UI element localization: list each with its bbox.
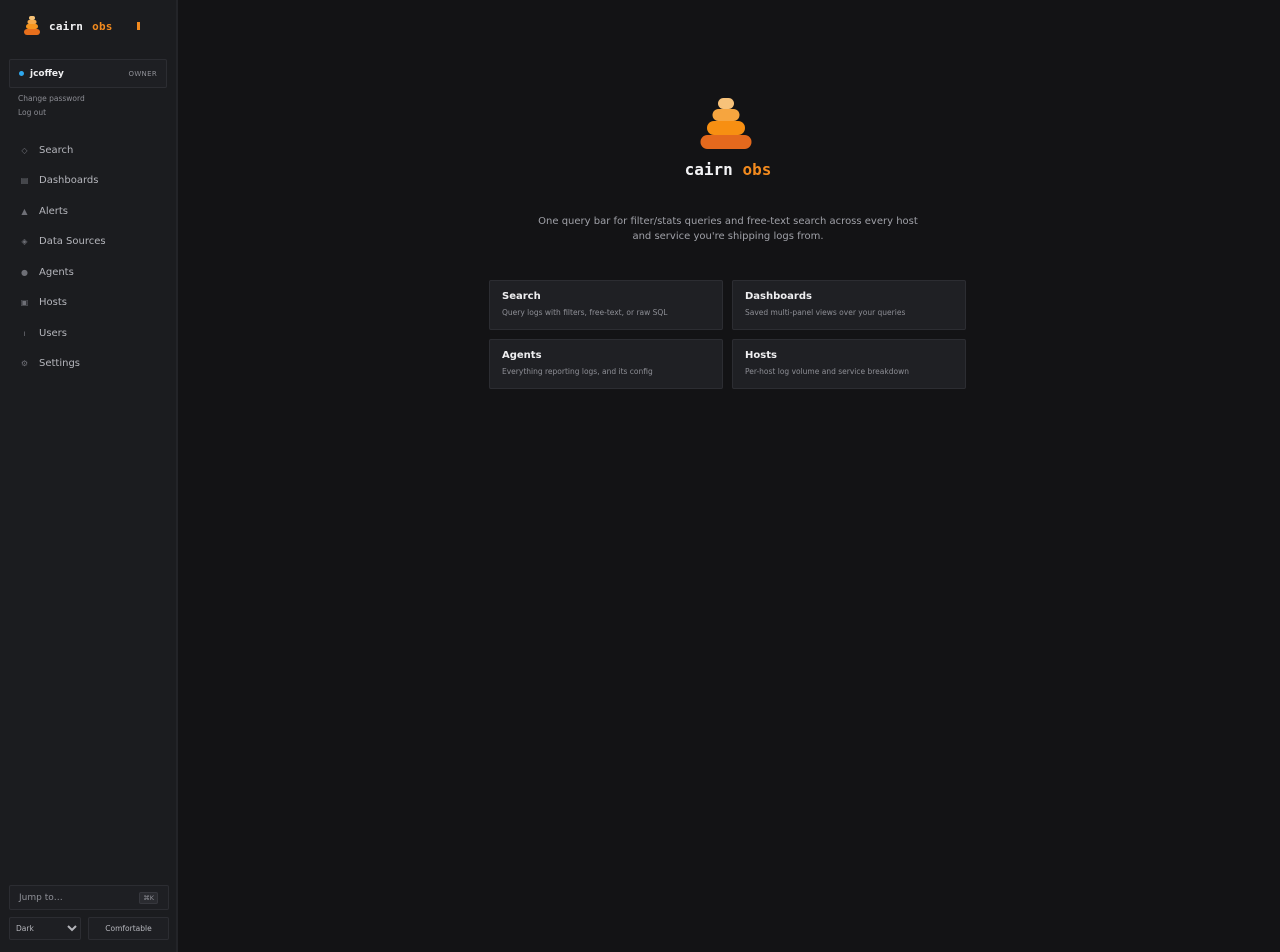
sidebar-item-label: Data Sources <box>39 236 106 248</box>
sidebar-item-agents[interactable]: ● Agents <box>0 257 176 288</box>
server-square-icon: ▣ <box>20 298 29 308</box>
jump-to-input[interactable]: Jump to… ⌘K <box>9 885 169 910</box>
sidebar-item-alerts[interactable]: ▲ Alerts <box>0 196 176 227</box>
sidebar-item-label: Users <box>39 327 68 339</box>
card-search[interactable]: Search Query logs with filters, free-tex… <box>489 280 723 330</box>
card-dashboards[interactable]: Dashboards Saved multi-panel views over … <box>732 280 966 330</box>
app-root: cairn obs jcoffey OWNER Change password L… <box>0 0 1280 952</box>
quick-links-grid: Search Query logs with filters, free-tex… <box>489 280 967 389</box>
sidebar-footer: Dark Comfortable <box>9 917 169 940</box>
change-password-link[interactable]: Change password <box>18 92 176 106</box>
diamond-dot-icon: ◈ <box>21 237 28 247</box>
sidebar-item-label: Alerts <box>39 205 69 217</box>
sidebar-item-label: Agents <box>39 266 74 278</box>
sidebar-nav: ◇ Search ▤ Dashboards ▲ Alerts ◈ Data So… <box>0 135 176 379</box>
brand-name-accent: obs <box>92 19 113 33</box>
hero-title: cairn obs <box>178 160 1278 179</box>
card-description: Saved multi-panel views over your querie… <box>745 308 906 317</box>
sidebar-item-users[interactable]: ı Users <box>0 318 176 349</box>
sidebar-item-label: Hosts <box>39 297 67 309</box>
card-title: Agents <box>502 350 542 361</box>
density-toggle-button[interactable]: Comfortable <box>88 917 169 940</box>
card-title: Hosts <box>745 350 777 361</box>
keyboard-shortcut-badge: ⌘K <box>139 891 158 904</box>
dashboard-grid-icon: ▤ <box>20 176 29 186</box>
cairn-hero-logo-icon <box>698 96 754 152</box>
user-card: jcoffey OWNER <box>9 59 167 88</box>
sidebar: cairn obs jcoffey OWNER Change password L… <box>0 0 178 952</box>
sidebar-item-dashboards[interactable]: ▤ Dashboards <box>0 166 176 197</box>
sidebar-item-label: Settings <box>39 358 81 370</box>
card-hosts[interactable]: Hosts Per-host log volume and service br… <box>732 339 966 389</box>
dot-icon: ● <box>21 267 28 277</box>
user-role-badge: OWNER <box>128 69 157 78</box>
logout-link[interactable]: Log out <box>18 106 176 120</box>
card-description: Per-host log volume and service breakdow… <box>745 367 909 376</box>
theme-select[interactable]: Dark <box>9 917 81 940</box>
cairn-logo-icon <box>22 16 42 36</box>
user-name: jcoffey <box>30 68 64 79</box>
sidebar-item-label: Search <box>39 144 74 156</box>
sidebar-item-settings[interactable]: ⚙ Settings <box>0 349 176 380</box>
sidebar-item-hosts[interactable]: ▣ Hosts <box>0 288 176 319</box>
sidebar-item-data-sources[interactable]: ◈ Data Sources <box>0 227 176 258</box>
user-links: Change password Log out <box>0 88 176 120</box>
sidebar-item-search[interactable]: ◇ Search <box>0 135 176 166</box>
brand[interactable]: cairn obs <box>0 0 176 52</box>
diamond-outline-icon: ◇ <box>21 145 28 155</box>
online-status-dot <box>19 71 24 76</box>
jump-to-placeholder: Jump to… <box>19 892 63 903</box>
user-icon: ı <box>23 328 26 338</box>
card-description: Query logs with filters, free-text, or r… <box>502 308 668 317</box>
brand-name-main: cairn <box>49 19 84 33</box>
main-content: cairn obs One query bar for filter/stats… <box>178 0 1280 952</box>
card-title: Dashboards <box>745 291 812 302</box>
brand-name: cairn obs <box>49 20 113 33</box>
triangle-alert-icon: ▲ <box>21 206 28 216</box>
hero-title-accent: obs <box>742 160 772 179</box>
hero-description: One query bar for filter/stats queries a… <box>538 216 918 242</box>
card-agents[interactable]: Agents Everything reporting logs, and it… <box>489 339 723 389</box>
gear-icon: ⚙ <box>20 359 29 369</box>
card-title: Search <box>502 291 541 302</box>
card-description: Everything reporting logs, and its confi… <box>502 367 653 376</box>
brand-cursor-mark <box>136 22 140 30</box>
hero-title-main: cairn <box>684 160 733 179</box>
sidebar-item-label: Dashboards <box>39 175 99 187</box>
